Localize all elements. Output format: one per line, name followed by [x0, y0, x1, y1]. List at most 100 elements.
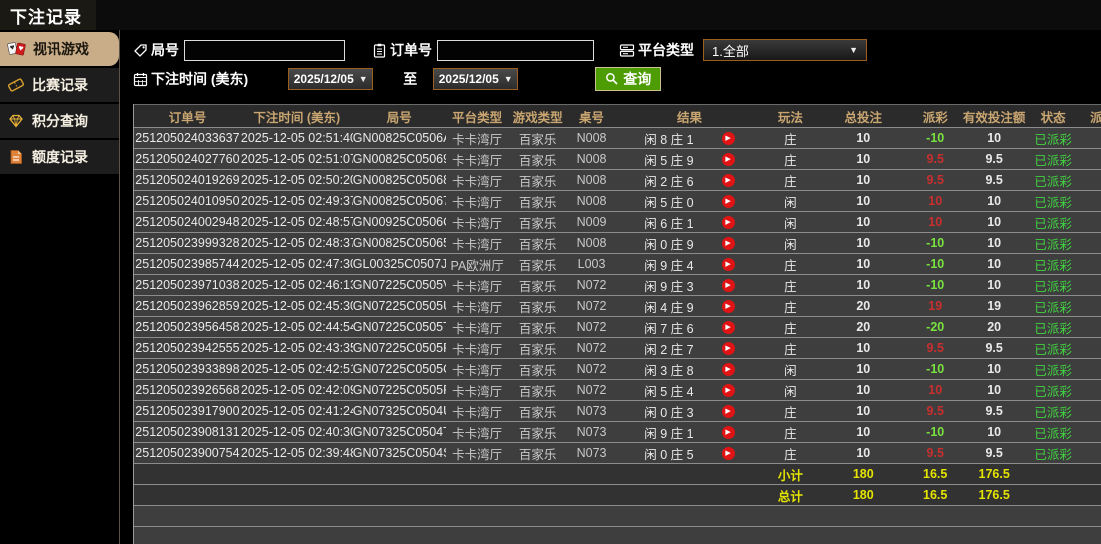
cell-game: 百家乐: [518, 342, 557, 357]
sidebar-item-match-records[interactable]: 比赛记录: [0, 68, 119, 102]
sidebar-item-points-query[interactable]: 积分查询: [0, 104, 119, 138]
cell-order: 251205023917900: [135, 404, 240, 418]
cell-platform: 卡卡湾厅: [452, 237, 503, 252]
table-row: 251205024019269 2025-12-05 02:50:20 GN00…: [134, 170, 1101, 191]
cell-play: 庄: [784, 447, 797, 462]
cell-bet: 10: [856, 173, 871, 187]
table-body: 251205024033637 2025-12-05 02:51:40 GN00…: [134, 128, 1101, 506]
cell-round: GN00825C0506A: [352, 131, 446, 145]
video-play-icon[interactable]: ▶: [721, 257, 735, 271]
cell-result: 闲 2 庄 6 ▶: [617, 171, 763, 190]
cell-time: 2025-12-05 02:47:30: [240, 257, 353, 271]
video-play-icon[interactable]: ▶: [721, 299, 735, 313]
cell-result: 闲 0 庄 3 ▶: [617, 402, 763, 421]
video-play-icon[interactable]: ▶: [721, 341, 735, 355]
cell-table: L003: [577, 257, 606, 271]
cell-status: 已派彩: [1034, 237, 1072, 252]
video-play-icon[interactable]: ▶: [721, 173, 735, 187]
cell-bet: 20: [856, 320, 871, 334]
order-input[interactable]: [437, 39, 594, 61]
table-row: 251205023900754 2025-12-05 02:39:48 GN07…: [134, 443, 1101, 464]
cell-bet: 10: [856, 425, 871, 439]
cell-valid: 10: [987, 257, 1002, 271]
cell-game: 百家乐: [518, 279, 557, 294]
to-label: 至: [403, 71, 418, 87]
cell-game: 百家乐: [518, 258, 557, 273]
cell-payout: 9.5: [926, 341, 944, 355]
cell-valid: 9.5: [985, 341, 1003, 355]
cell-table: N072: [576, 278, 607, 292]
cell-play: 庄: [784, 426, 797, 441]
cell-round: GN00925C0506C: [352, 215, 446, 229]
cell-payout: 10: [928, 215, 943, 229]
cell-status: 已派彩: [1034, 300, 1072, 315]
platform-select[interactable]: 1.全部 ▼: [703, 39, 867, 61]
cell-status: 已派彩: [1034, 174, 1072, 189]
cell-platform: 卡卡湾厅: [452, 384, 503, 399]
cell-table: N073: [576, 446, 607, 460]
video-play-icon[interactable]: ▶: [721, 383, 735, 397]
cell-payout: -20: [926, 320, 945, 334]
video-play-icon[interactable]: ▶: [721, 236, 735, 250]
cell-game: 百家乐: [518, 321, 557, 336]
video-play-icon[interactable]: ▶: [721, 404, 735, 418]
col-header-result: 结果: [676, 110, 702, 125]
video-play-icon[interactable]: ▶: [721, 425, 735, 439]
cell-game: 百家乐: [518, 174, 557, 189]
search-button-label: 查询: [623, 71, 652, 87]
video-play-icon[interactable]: ▶: [721, 320, 735, 334]
cell-platform: 卡卡湾厅: [452, 405, 503, 420]
cell-bet: 20: [856, 299, 871, 313]
cell-table: N008: [576, 152, 607, 166]
result-text: 闲 3 庄 8: [644, 363, 694, 378]
sidebar-item-quota-records[interactable]: 额度记录: [0, 140, 119, 174]
cell-status: 已派彩: [1034, 405, 1072, 420]
cell-play: 闲: [784, 237, 797, 252]
result-text: 闲 5 庄 0: [644, 195, 694, 210]
calendar-icon: [133, 72, 148, 87]
video-play-icon[interactable]: ▶: [721, 278, 735, 292]
video-play-icon[interactable]: ▶: [721, 362, 735, 376]
video-play-icon[interactable]: ▶: [721, 131, 735, 145]
cell-round: GN07225C0505V: [352, 278, 446, 292]
cell-result: 闲 0 庄 9 ▶: [617, 234, 763, 253]
search-icon: [606, 73, 618, 85]
cell-table: N072: [576, 383, 607, 397]
cell-payout: 19: [928, 299, 943, 313]
cell-table: N009: [576, 215, 607, 229]
title-panel: 下注记录: [0, 0, 96, 30]
clipboard-icon: [372, 43, 387, 58]
table-row: 251205024010950 2025-12-05 02:49:37 GN00…: [134, 191, 1101, 212]
cell-bet: 10: [856, 404, 871, 418]
cell-bet: 10: [856, 362, 871, 376]
cell-order: 251205023962859: [135, 299, 240, 313]
cell-platform: 卡卡湾厅: [452, 153, 503, 168]
date-to-picker[interactable]: 2025/12/05 ▼: [433, 68, 519, 90]
cell-game: 百家乐: [518, 426, 557, 441]
date-from-picker[interactable]: 2025/12/05 ▼: [288, 68, 374, 90]
result-text: 闲 0 庄 9: [644, 237, 694, 252]
date-to-value: 2025/12/05: [438, 72, 499, 86]
table-row: 251205023962859 2025-12-05 02:45:30 GN07…: [134, 296, 1101, 317]
round-input[interactable]: [184, 39, 345, 61]
video-play-icon[interactable]: ▶: [721, 215, 735, 229]
video-play-icon[interactable]: ▶: [721, 446, 735, 460]
search-button[interactable]: 查询: [595, 67, 662, 91]
cell-play: 闲: [784, 216, 797, 231]
sidebar-item-label: 积分查询: [32, 113, 88, 129]
col-header-valid: 有效投注额: [962, 110, 1026, 125]
cell-game: 百家乐: [518, 300, 557, 315]
sidebar-item-video-games[interactable]: 视讯游戏: [0, 32, 119, 66]
cell-bet: 10: [856, 131, 871, 145]
cell-status: 已派彩: [1034, 426, 1072, 441]
video-play-icon[interactable]: ▶: [721, 152, 735, 166]
filter-row-2: 下注时间 (美东) 2025/12/05 ▼ 至 2025/12/05 ▼ 查询: [133, 66, 1101, 92]
table-row: 251205024002948 2025-12-05 02:48:57 GN00…: [134, 212, 1101, 233]
chevron-down-icon: ▼: [503, 74, 513, 84]
video-play-icon[interactable]: ▶: [721, 194, 735, 208]
col-header-time: 下注时间 (美东): [253, 110, 341, 125]
sidebar: 视讯游戏 比赛记录 积分查询 额度记录: [0, 30, 120, 544]
summary-label: 小计: [777, 468, 803, 483]
cell-time: 2025-12-05 02:40:30: [240, 425, 353, 439]
cell-round: GN07225C0505T: [352, 320, 446, 334]
